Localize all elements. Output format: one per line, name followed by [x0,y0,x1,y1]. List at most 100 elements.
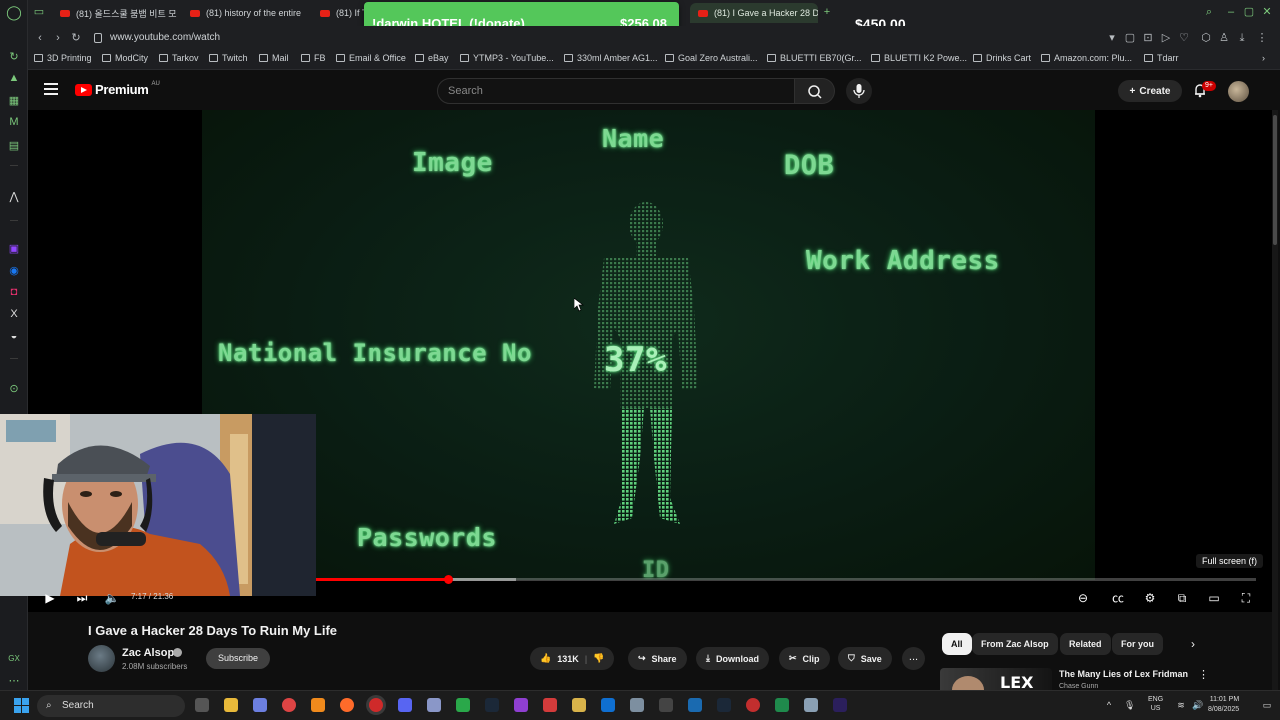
theater-mode-icon[interactable]: ▭ [1206,590,1222,606]
x-icon[interactable]: X [6,306,22,322]
settings-gear-icon[interactable]: ⚙ [1142,590,1158,606]
messenger-icon[interactable]: ◉ [6,262,22,278]
channel-avatar[interactable] [88,645,115,672]
new-tab-button[interactable]: + [820,5,834,19]
bookmark-amber[interactable]: 330ml Amber AG1... [564,53,658,63]
xbox-icon[interactable] [456,698,470,712]
clip-button[interactable]: ✂ Clip [779,647,830,670]
app-icon[interactable] [543,698,557,712]
captions-icon[interactable]: ㏄ [1110,590,1126,606]
subscribe-button[interactable]: Subscribe [206,648,270,669]
app-icon[interactable] [427,698,441,712]
recommended-thumbnail[interactable]: LEX [940,668,1052,690]
more-actions-button[interactable]: ... [902,647,925,670]
next-video-icon[interactable]: ⏭ [74,590,90,606]
speaker-icon[interactable]: 🔊 [1192,700,1203,710]
bookmark-goal-zero[interactable]: Goal Zero Australi... [665,53,758,63]
extensions-icon[interactable]: ⬡ [1198,30,1214,46]
bookmark-twitch[interactable]: Twitch [209,53,248,63]
url-field[interactable]: www.youtube.com/watch [90,29,990,47]
bookmark-fb[interactable]: FB [301,53,326,63]
chat-icon[interactable]: ▲ [6,70,22,86]
discord-icon[interactable]: ◒ [6,328,22,344]
reload-icon[interactable]: ↻ [68,30,84,46]
search-tabs-icon[interactable]: ⌕ [1202,5,1216,19]
instagram-icon[interactable]: ◘ [6,284,22,300]
tab-korean-beats[interactable]: (81) 올드스쿨 붐뱁 비트 모 [52,3,180,23]
profile-icon[interactable]: ♙ [1216,30,1232,46]
bookmark-tdarr[interactable]: Tdarr [1144,53,1179,63]
steam-icon[interactable] [485,698,499,712]
bookmark-bluetti-k2[interactable]: BLUETTI K2 Powe... [871,53,967,63]
gx-icon[interactable]: GX [6,650,22,666]
image-icon[interactable]: ▦ [6,92,22,108]
bookmark-email-office[interactable]: Email & Office [336,53,406,63]
app-icon[interactable] [746,698,760,712]
autoplay-toggle-icon[interactable]: ⊖ [1072,590,1094,606]
miniplayer-icon[interactable]: ⧉ [1174,590,1190,606]
firefox-icon[interactable] [340,698,354,712]
search-button[interactable] [795,78,835,104]
vlc-icon[interactable] [311,698,325,712]
video-player[interactable]: Name Image DOB Work Address National Ins… [0,110,1272,612]
chrome-icon[interactable] [282,698,296,712]
download-button[interactable]: ⤓ Download [696,647,769,670]
twitch-icon[interactable]: ▣ [6,240,22,256]
mail-icon[interactable]: M [6,114,22,130]
spreadsheet-icon[interactable]: ▤ [6,137,22,153]
pip-icon[interactable]: ⊡ [1140,30,1156,46]
app-icon[interactable] [572,698,586,712]
copilot-icon[interactable] [253,698,267,712]
taskbar-search[interactable]: Search [37,695,185,717]
chip-for-you[interactable]: For you [1112,633,1163,655]
outlook-icon[interactable] [601,698,615,712]
voice-search-button[interactable] [846,78,872,104]
play-button-icon[interactable]: ▶ [42,590,58,606]
notifications-icon[interactable]: ▭ [1262,700,1272,710]
tab-menu-icon[interactable]: ▭ [32,5,46,19]
thumbs-down-icon[interactable]: 👎 [593,653,604,664]
play-icon[interactable]: ▷ [1158,30,1174,46]
tab-hacker-video[interactable]: (81) I Gave a Hacker 28 D [690,3,818,23]
heart-icon[interactable]: ♡ [1176,30,1192,46]
app-icon[interactable] [659,698,673,712]
bookmark-ebay[interactable]: eBay [415,53,449,63]
excel-icon[interactable] [775,698,789,712]
bookmark-tarkov[interactable]: Tarkov [159,53,199,63]
app-icon[interactable] [688,698,702,712]
share-button[interactable]: ↪ Share [628,647,687,670]
refresh-sidebar-icon[interactable]: ↻ [6,48,22,64]
bookmark-mail[interactable]: Mail [259,53,289,63]
create-button[interactable]: + Create [1118,80,1182,102]
account-avatar[interactable] [1228,81,1249,102]
bookmark-amazon[interactable]: Amazon.com: Plu... [1041,53,1132,63]
opera-gx-icon[interactable] [369,698,383,712]
player-icon[interactable]: ⊙ [6,380,22,396]
bookmarks-overflow-icon[interactable]: › [1262,53,1265,63]
search-input[interactable]: Search [437,78,795,104]
chip-from-channel[interactable]: From Zac Alsop [972,633,1058,655]
bookmark-icon[interactable]: ▾ [1104,30,1120,46]
ai-icon[interactable]: ⋀ [6,188,22,204]
kebab-menu-icon[interactable]: ⋮ [1198,668,1209,681]
microphone-icon[interactable]: 🎙 [1124,700,1135,710]
chip-all[interactable]: All [942,633,972,655]
language-indicator[interactable]: ENG US [1148,695,1163,713]
volume-icon[interactable]: 🔈 [104,590,120,606]
task-view-icon[interactable] [195,698,209,712]
hamburger-menu-icon[interactable] [44,83,58,95]
bookmark-bluetti-eb70[interactable]: BLUETTI EB70(Gr... [767,53,862,63]
chevron-up-icon[interactable]: ^ [1104,700,1114,710]
download-icon[interactable]: ⤓ [1234,30,1250,46]
app-icon[interactable] [630,698,644,712]
recommended-title[interactable]: The Many Lies of Lex Fridman [1059,669,1188,679]
bookmark-3d-printing[interactable]: 3D Printing [34,53,92,63]
forward-icon[interactable]: › [50,30,66,46]
chip-related[interactable]: Related [1060,633,1111,655]
back-icon[interactable]: ‹ [32,30,48,46]
bookmark-ytmp3[interactable]: YTMP3 - YouTube... [460,53,554,63]
bookmark-drinks-cart[interactable]: Drinks Cart [973,53,1031,63]
save-button[interactable]: ⛉ Save [838,647,892,670]
bookmark-modcity[interactable]: ModCity [102,53,148,63]
file-explorer-icon[interactable] [224,698,238,712]
